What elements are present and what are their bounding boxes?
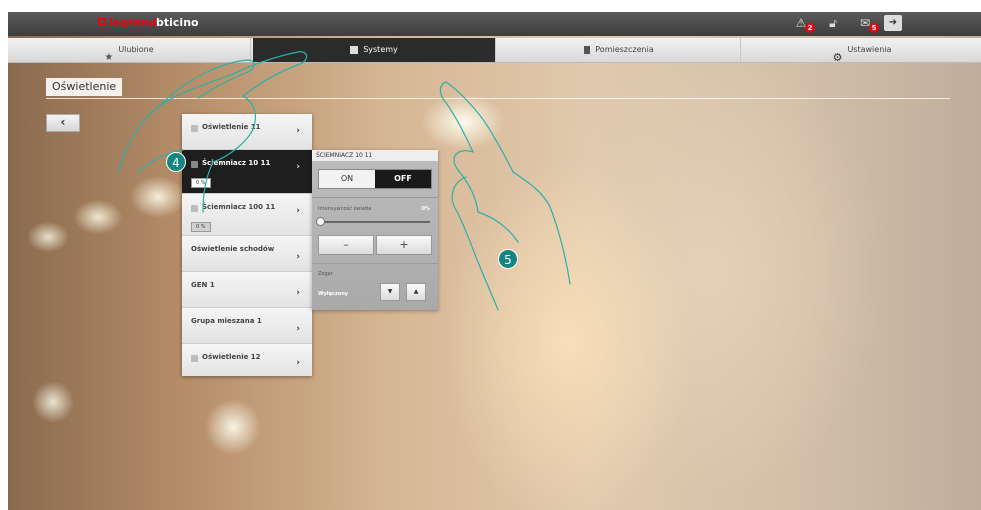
- hand-2-outline: [445, 81, 514, 173]
- gesture-hands-illustration: [117, 51, 571, 311]
- app-frame: legrand bticino ⚠ 2 🔓︎ ✉ 5 ➜ ★Ulubione S…: [8, 12, 981, 510]
- callout-step-5: 5: [498, 249, 518, 269]
- callout-step-4: 4: [166, 152, 186, 172]
